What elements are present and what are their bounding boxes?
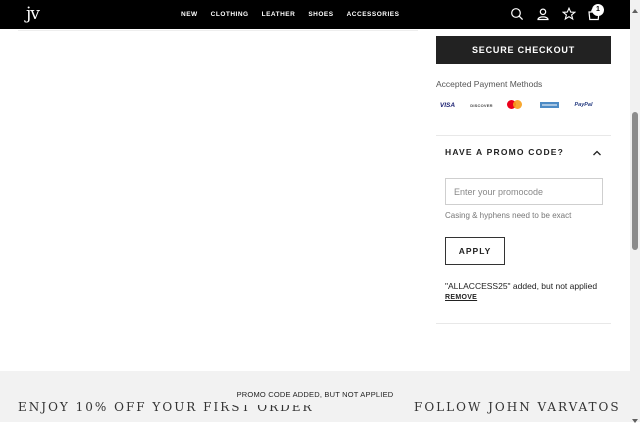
promo-code-heading[interactable]: HAVE A PROMO CODE?	[445, 147, 564, 157]
section-divider-bottom	[436, 323, 611, 324]
remove-promo-link[interactable]: REMOVE	[445, 294, 477, 301]
paypal-logo-icon: PayPal	[574, 102, 593, 108]
follow-social-heading: FOLLOW JOHN VARVATOS	[414, 400, 621, 414]
mastercard-logo-icon	[504, 98, 527, 112]
search-icon[interactable]	[510, 7, 524, 21]
payment-methods-list: VISA DISCOVER PayPal	[436, 98, 595, 112]
nav-item-shoes[interactable]: SHOES	[308, 10, 333, 19]
cart-items-divider	[18, 30, 418, 31]
toast-notification: PROMO CODE ADDED, BUT NOT APPLIED	[226, 385, 404, 405]
secure-checkout-button[interactable]: SECURE CHECKOUT	[436, 36, 611, 64]
promo-code-hint: Casing & hyphens need to be exact	[445, 211, 572, 220]
promo-applied-message: "ALLACCESS25" added, but not applied	[445, 281, 598, 291]
account-icon[interactable]	[536, 7, 550, 21]
nav-item-clothing[interactable]: CLOTHING	[211, 10, 249, 19]
nav-item-accessories[interactable]: ACCESSORIES	[347, 10, 400, 19]
visa-logo-icon: VISA	[439, 101, 456, 109]
scroll-up-arrow-icon[interactable]	[631, 2, 639, 13]
discover-logo-icon: DISCOVER	[470, 102, 493, 108]
page-scrollbar[interactable]	[630, 0, 640, 423]
chevron-up-icon[interactable]	[591, 146, 603, 158]
nav-item-new[interactable]: NEW	[181, 10, 198, 19]
cart-count-badge: 1	[592, 4, 604, 16]
site-logo[interactable]: jv	[26, 4, 40, 24]
site-header: jv NEW CLOTHING LEATHER SHOES ACCESSORIE…	[0, 0, 630, 29]
scrollbar-thumb[interactable]	[632, 112, 638, 250]
amex-logo-icon	[538, 98, 561, 112]
payment-methods-title: Accepted Payment Methods	[436, 79, 543, 89]
wishlist-star-icon[interactable]	[562, 7, 576, 21]
apply-promo-button[interactable]: APPLY	[445, 237, 505, 265]
nav-item-leather[interactable]: LEATHER	[262, 10, 296, 19]
scroll-down-arrow-icon[interactable]	[631, 412, 639, 423]
main-nav: NEW CLOTHING LEATHER SHOES ACCESSORIES	[181, 10, 412, 19]
promo-code-input[interactable]	[445, 178, 603, 205]
section-divider	[436, 135, 611, 136]
